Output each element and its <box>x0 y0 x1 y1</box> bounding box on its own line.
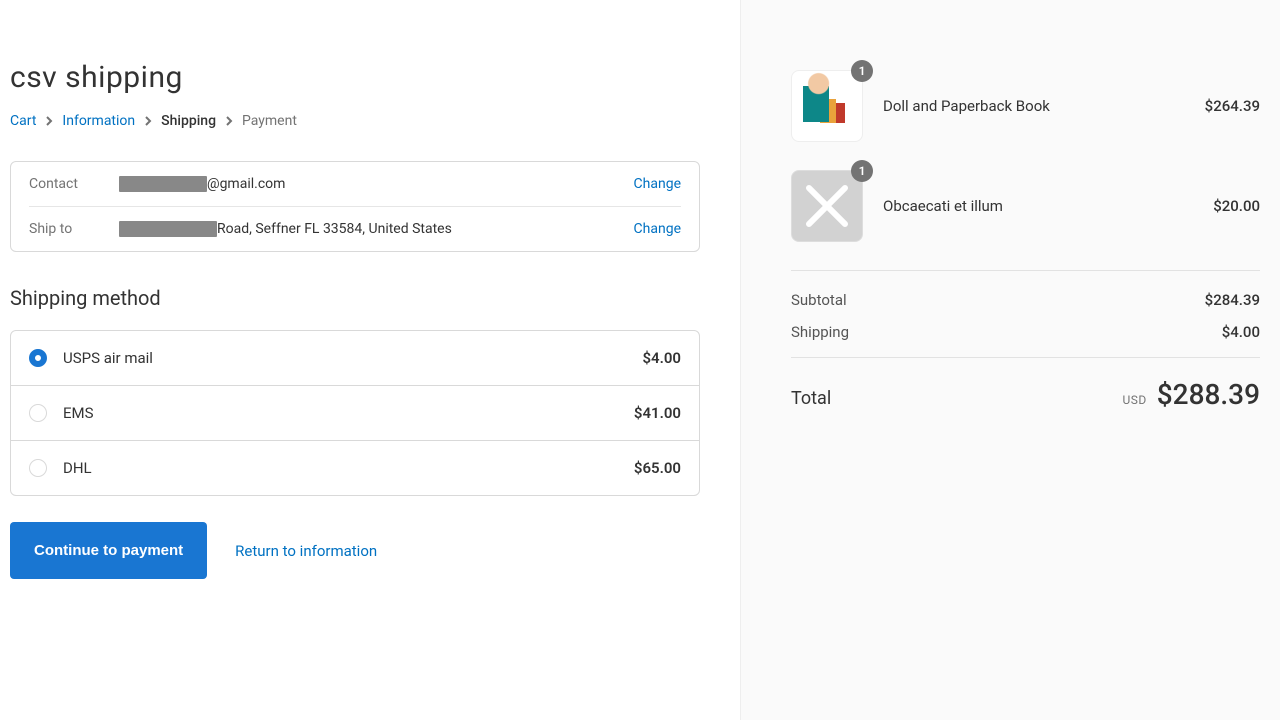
action-row: Continue to payment Return to informatio… <box>10 522 700 579</box>
radio-icon <box>29 404 47 422</box>
subtotal-row: Subtotal $284.39 <box>791 291 1260 309</box>
breadcrumb-cart[interactable]: Cart <box>10 113 36 129</box>
breadcrumb: Cart Information Shipping Payment <box>10 113 700 129</box>
chevron-right-icon <box>44 116 54 126</box>
shipping-option-label: DHL <box>63 459 634 477</box>
page-title: csv shipping <box>10 60 700 95</box>
placeholder-image-icon <box>791 170 863 242</box>
shipping-option-ems[interactable]: EMS $41.00 <box>11 386 699 441</box>
contact-label: Contact <box>29 176 119 192</box>
total-label: Total <box>791 388 831 409</box>
divider <box>791 270 1260 271</box>
return-to-information-link[interactable]: Return to information <box>235 542 377 560</box>
cart-item: 1 Obcaecati et illum $20.00 <box>791 170 1260 242</box>
item-name: Obcaecati et illum <box>883 197 1193 215</box>
total-row: Total USD $288.39 <box>791 378 1260 411</box>
shipto-value: Road, Seffner FL 33584, United States <box>119 221 634 237</box>
chevron-right-icon <box>143 116 153 126</box>
shipping-method-heading: Shipping method <box>10 286 700 310</box>
shipping-option-price: $4.00 <box>642 349 681 367</box>
total-value: $288.39 <box>1157 378 1260 411</box>
radio-selected-icon <box>29 349 47 367</box>
change-contact-link[interactable]: Change <box>634 176 681 192</box>
shipping-option-usps[interactable]: USPS air mail $4.00 <box>11 331 699 386</box>
shipto-row: Ship to Road, Seffner FL 33584, United S… <box>29 207 681 251</box>
shipping-option-price: $65.00 <box>634 459 681 477</box>
contact-row: Contact @gmail.com Change <box>29 162 681 207</box>
breadcrumb-shipping: Shipping <box>161 113 216 129</box>
cart-item: 1 Doll and Paperback Book $264.39 <box>791 70 1260 142</box>
item-price: $20.00 <box>1213 197 1260 215</box>
radio-icon <box>29 459 47 477</box>
change-shipto-link[interactable]: Change <box>634 221 681 237</box>
item-thumbnail: 1 <box>791 70 863 142</box>
order-summary: 1 Doll and Paperback Book $264.39 1 Obca… <box>740 0 1280 720</box>
redacted-text <box>119 176 207 192</box>
shipping-option-dhl[interactable]: DHL $65.00 <box>11 441 699 495</box>
item-thumbnail: 1 <box>791 170 863 242</box>
item-name: Doll and Paperback Book <box>883 97 1185 115</box>
subtotal-value: $284.39 <box>1205 291 1260 309</box>
breadcrumb-payment: Payment <box>242 113 297 129</box>
checkout-main: csv shipping Cart Information Shipping P… <box>0 0 740 720</box>
chevron-right-icon <box>224 116 234 126</box>
shipping-options: USPS air mail $4.00 EMS $41.00 DHL $65.0… <box>10 330 700 496</box>
shipping-option-price: $41.00 <box>634 404 681 422</box>
item-price: $264.39 <box>1205 97 1260 115</box>
qty-badge: 1 <box>851 60 873 82</box>
shipping-cost-label: Shipping <box>791 323 849 341</box>
redacted-text <box>119 221 217 237</box>
contact-value: @gmail.com <box>119 176 634 192</box>
shipping-option-label: EMS <box>63 404 634 422</box>
qty-badge: 1 <box>851 160 873 182</box>
breadcrumb-information[interactable]: Information <box>62 113 135 129</box>
subtotal-label: Subtotal <box>791 291 847 309</box>
shipto-label: Ship to <box>29 221 119 237</box>
shipping-cost-value: $4.00 <box>1222 323 1260 341</box>
product-image <box>791 70 863 142</box>
contact-ship-summary: Contact @gmail.com Change Ship to Road, … <box>10 161 700 252</box>
currency-label: USD <box>1122 393 1146 407</box>
continue-to-payment-button[interactable]: Continue to payment <box>10 522 207 579</box>
divider <box>791 357 1260 358</box>
shipping-cost-row: Shipping $4.00 <box>791 323 1260 341</box>
shipping-option-label: USPS air mail <box>63 349 642 367</box>
